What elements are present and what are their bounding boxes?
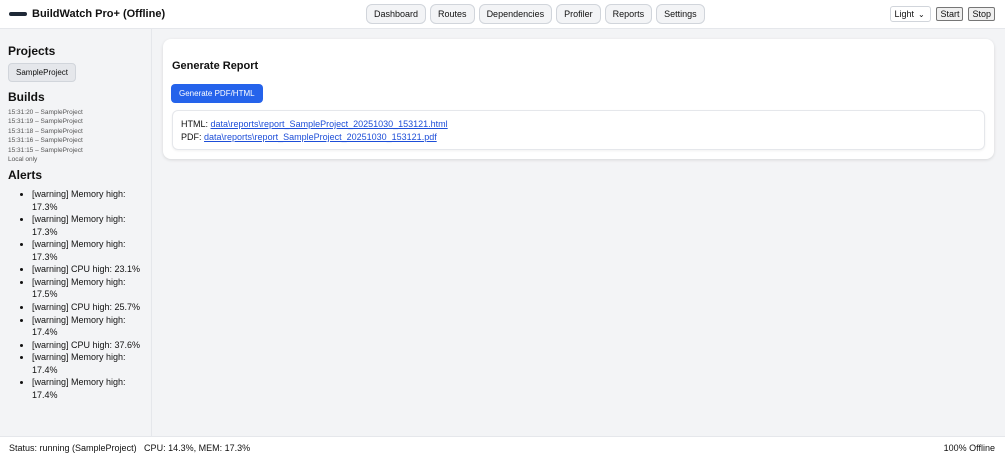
pdf-label: PDF: xyxy=(181,132,202,142)
status-text: Status: running (SampleProject) CPU: 14.… xyxy=(9,443,251,453)
chevron-down-icon: ⌄ xyxy=(918,9,925,19)
build-storage-note: Local only xyxy=(8,156,38,164)
build-item: 15:31:20 – SampleProject xyxy=(8,109,83,116)
build-item: 15:31:16 – SampleProject xyxy=(8,137,83,145)
brand: BuildWatch Pro+ (Offline) xyxy=(9,8,165,20)
report-title: Generate Report xyxy=(172,60,259,72)
top-controls: Light ⌄ Start Stop xyxy=(890,6,995,22)
alert-item: [warning] Memory high: 17.5% xyxy=(32,276,148,301)
alert-item: [warning] Memory high: 17.4% xyxy=(32,351,148,376)
pdf-result-row: PDF: data\reports\report_SampleProject_2… xyxy=(181,131,976,144)
build-list: 15:31:20 – SampleProject 15:31:19 – Samp… xyxy=(8,108,143,164)
alert-item: [warning] CPU high: 25.7% xyxy=(32,301,148,313)
html-report-link[interactable]: data\reports\report_SampleProject_202510… xyxy=(211,119,448,129)
alerts-heading: Alerts xyxy=(8,168,43,183)
alert-item: [warning] CPU high: 37.6% xyxy=(32,339,148,351)
report-card: Generate Report Generate PDF/HTML HTML: … xyxy=(163,39,994,159)
pdf-report-link[interactable]: data\reports\report_SampleProject_202510… xyxy=(204,132,437,142)
nav-dashboard[interactable]: Dashboard xyxy=(366,4,427,24)
alert-item: [warning] Memory high: 17.4% xyxy=(32,376,148,401)
build-item: 15:31:18 – SampleProject xyxy=(8,127,83,135)
report-results: HTML: data\reports\report_SampleProject_… xyxy=(172,110,985,150)
status-bar: Status: running (SampleProject) CPU: 14.… xyxy=(0,436,1005,458)
nav-settings[interactable]: Settings xyxy=(656,4,705,24)
generate-report-button[interactable]: Generate PDF/HTML xyxy=(171,84,263,103)
app-title: BuildWatch Pro+ (Offline) xyxy=(32,8,166,20)
alert-item: [warning] Memory high: 17.3% xyxy=(32,188,148,213)
alert-list: [warning] Memory high: 17.3% [warning] M… xyxy=(8,188,148,401)
nav-routes[interactable]: Routes xyxy=(430,4,475,24)
alert-item: [warning] Memory high: 17.4% xyxy=(32,314,148,339)
build-item: 15:31:19 – SampleProject xyxy=(8,118,83,126)
nav-profiler[interactable]: Profiler xyxy=(556,4,601,24)
stop-button[interactable]: Stop xyxy=(968,7,995,21)
build-item: 15:31:15 – SampleProject xyxy=(8,146,83,154)
html-result-row: HTML: data\reports\report_SampleProject_… xyxy=(181,118,976,131)
html-label: HTML: xyxy=(181,119,208,129)
nav-dependencies[interactable]: Dependencies xyxy=(478,4,553,24)
builds-heading: Builds xyxy=(8,90,45,104)
main-nav: Dashboard Routes Dependencies Profiler R… xyxy=(366,4,705,24)
offline-indicator: 100% Offline xyxy=(943,443,995,453)
alert-item: [warning] Memory high: 17.3% xyxy=(32,238,148,263)
theme-select-value: Light xyxy=(894,9,914,19)
logo-icon xyxy=(9,12,27,16)
sidebar: Projects SampleProject Builds 15:31:20 –… xyxy=(0,29,152,436)
nav-reports[interactable]: Reports xyxy=(604,4,653,24)
top-bar: BuildWatch Pro+ (Offline) Dashboard Rout… xyxy=(0,0,1005,29)
main-content: Generate Report Generate PDF/HTML HTML: … xyxy=(152,29,1005,436)
project-item[interactable]: SampleProject xyxy=(8,63,77,82)
alert-item: [warning] CPU high: 23.1% xyxy=(32,263,148,275)
alert-item: [warning] Memory high: 17.3% xyxy=(32,213,148,238)
start-button[interactable]: Start xyxy=(936,7,964,21)
projects-heading: Projects xyxy=(8,44,56,58)
theme-select[interactable]: Light ⌄ xyxy=(890,6,932,22)
